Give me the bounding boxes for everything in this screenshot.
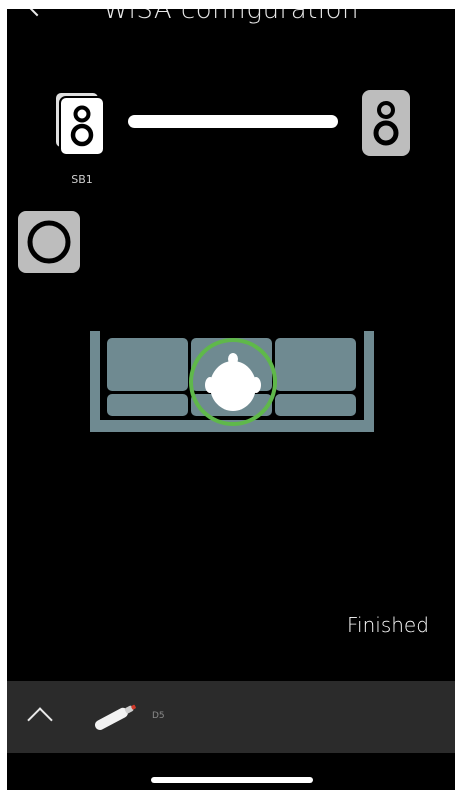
speaker-icon <box>373 101 399 146</box>
listener-head-icon <box>205 353 261 411</box>
finished-button[interactable]: Finished <box>347 613 429 637</box>
remote-icon[interactable] <box>87 699 143 735</box>
page-title: WiSA configuration <box>103 9 359 25</box>
home-indicator[interactable] <box>151 777 313 783</box>
listener-position-button[interactable] <box>188 337 278 427</box>
speaker-left-label: SB1 <box>71 173 93 186</box>
speaker-icon <box>70 105 94 147</box>
chevron-up-icon[interactable] <box>27 707 53 733</box>
subwoofer-icon <box>27 220 71 264</box>
wisa-config-screen: WiSA configuration SB1 Finished D5 <box>7 9 455 790</box>
speaker-right-button[interactable] <box>362 90 410 156</box>
bottom-bar: D5 <box>7 681 455 753</box>
speaker-link-bar[interactable] <box>128 115 338 128</box>
subwoofer-button[interactable] <box>18 211 80 273</box>
device-label: D5 <box>152 711 165 721</box>
speaker-left-button[interactable] <box>59 96 105 156</box>
